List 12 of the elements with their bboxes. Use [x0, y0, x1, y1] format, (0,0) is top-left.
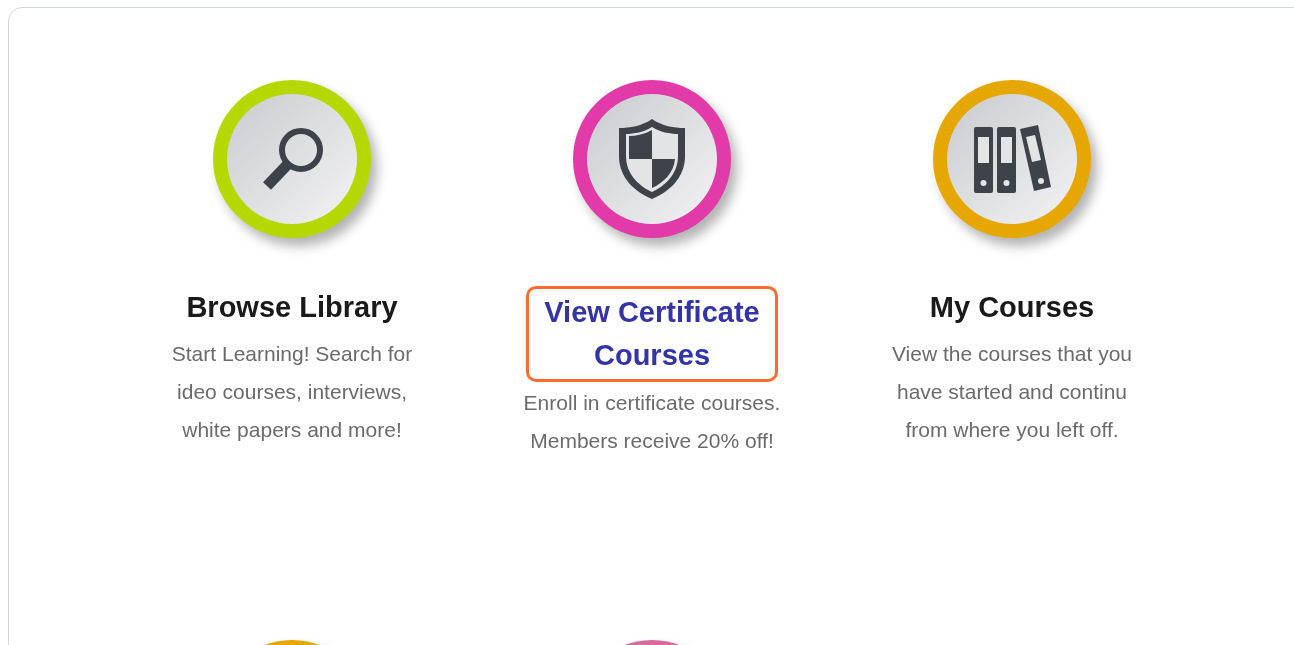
tile-description: Members receive 20% off! [530, 428, 774, 454]
tile-description: Enroll in certificate courses. [523, 390, 781, 416]
tile-title: My Courses [929, 290, 1095, 325]
tile-description: Start Learning! Search for [171, 341, 413, 367]
tile-description: white papers and more! [182, 417, 402, 443]
tile-description: ideo courses, interviews, [177, 379, 407, 405]
binders-icon [972, 123, 1052, 195]
tile-description: View the courses that you [891, 341, 1133, 367]
tile-description: have started and continu [897, 379, 1127, 405]
tile-description: from where you left off. [905, 417, 1119, 443]
tile-title: Browse Library [186, 290, 398, 325]
title-link[interactable]: View Certificate Courses [526, 286, 778, 382]
